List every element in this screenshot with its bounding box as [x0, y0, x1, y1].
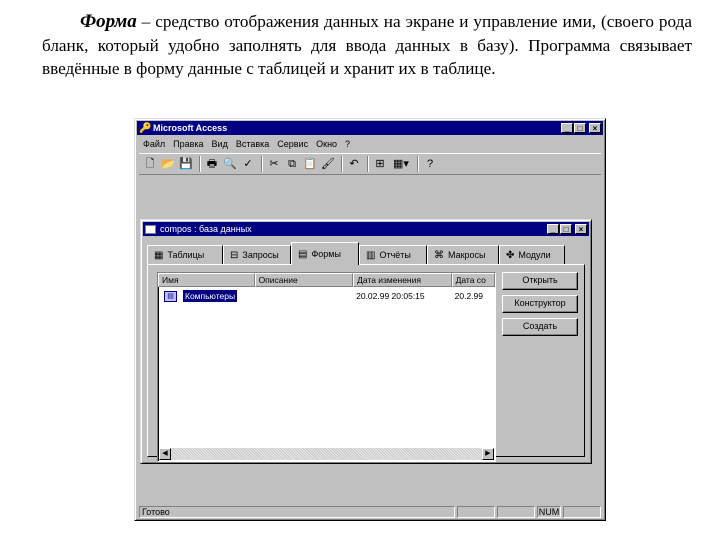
menu-insert[interactable]: Вставка — [232, 139, 273, 149]
open-icon[interactable]: 📂 — [160, 156, 176, 172]
new-icon[interactable]: 🗋 — [142, 156, 158, 172]
intro-paragraph: Форма – средство отображения данных на э… — [42, 10, 692, 81]
form-name[interactable]: Компьютеры — [183, 290, 238, 302]
status-bar: Готово NUM — [139, 505, 601, 519]
column-modified[interactable]: Дата изменения — [353, 273, 452, 287]
menu-help[interactable]: ? — [341, 139, 354, 149]
tab-label: Модули — [518, 250, 551, 260]
standard-toolbar: 🗋 📂 💾 🖶 🔍 ✓ ✂ ⧉ 📋 🖌 ↶ ⊞ ▦▾ ? — [139, 153, 601, 175]
tab-modules[interactable]: ✤ Модули — [499, 245, 565, 264]
object-tabs: ▦ Таблицы ⊟ Запросы ▤ Формы ▥ Отчёты ⌘ Макрос… — [147, 242, 585, 265]
intro-body: – средство отображения данных на экране … — [42, 12, 692, 78]
column-name[interactable]: Имя — [158, 273, 255, 287]
menu-bar: Файл Правка Вид Вставка Сервис Окно ? — [139, 137, 601, 151]
table-icon: ▦ — [154, 249, 164, 261]
toolbar-separator — [367, 156, 369, 172]
create-button[interactable]: Создать — [502, 318, 578, 336]
design-button[interactable]: Конструктор — [502, 295, 578, 313]
undo-icon[interactable]: ↶ — [346, 156, 362, 172]
tab-queries[interactable]: ⊟ Запросы — [223, 245, 291, 264]
column-created[interactable]: Дата со — [451, 273, 495, 287]
term-form: Форма — [80, 11, 137, 32]
status-cell — [563, 506, 601, 518]
form-icon: ▤ — [164, 290, 177, 302]
tab-reports[interactable]: ▥ Отчёты — [359, 245, 427, 264]
menu-file[interactable]: Файл — [139, 139, 169, 149]
status-text: Готово — [139, 506, 455, 518]
scroll-track[interactable] — [171, 448, 482, 460]
toolbar-separator — [199, 156, 201, 172]
menu-view[interactable]: Вид — [208, 139, 232, 149]
spell-icon[interactable]: ✓ — [240, 156, 256, 172]
app-titlebar[interactable]: 🔑 Microsoft Access _ □ × — [137, 121, 603, 135]
copy-icon[interactable]: ⧉ — [284, 156, 300, 172]
menu-window[interactable]: Окно — [312, 139, 341, 149]
forms-panel: Имя Описание Дата изменения Дата со ▤ Ко… — [147, 264, 585, 462]
relationships-icon[interactable]: ⊞ — [372, 156, 388, 172]
toolbar-separator — [341, 156, 343, 172]
form-modified: 20.02.99 20:05:15 — [356, 291, 425, 301]
scroll-left-icon[interactable]: ◀ — [159, 448, 171, 460]
maximize-button[interactable]: □ — [574, 123, 586, 133]
tab-tables[interactable]: ▦ Таблицы — [147, 245, 223, 264]
menu-edit[interactable]: Правка — [169, 139, 207, 149]
app-title: Microsoft Access — [153, 123, 228, 133]
print-icon[interactable]: 🖶 — [204, 156, 220, 172]
tab-label: Макросы — [448, 250, 486, 260]
query-icon: ⊟ — [230, 249, 239, 261]
preview-icon[interactable]: 🔍 — [222, 156, 238, 172]
cut-icon[interactable]: ✂ — [266, 156, 282, 172]
toolbar-separator — [261, 156, 263, 172]
save-icon[interactable]: 💾 — [178, 156, 194, 172]
toolbar-separator — [417, 156, 419, 172]
form-icon: ▤ — [298, 248, 308, 260]
database-icon — [145, 224, 156, 234]
status-num: NUM — [537, 506, 561, 518]
status-cell — [457, 506, 495, 518]
module-icon: ✤ — [506, 249, 515, 261]
scroll-right-icon[interactable]: ▶ — [482, 448, 494, 460]
list-item[interactable]: ▤ Компьютеры 20.02.99 20:05:15 20.2.99 — [158, 289, 495, 303]
macro-icon: ⌘ — [434, 249, 444, 261]
db-minimize-button[interactable]: _ — [547, 224, 559, 234]
db-close-button[interactable]: × — [575, 224, 587, 234]
action-buttons: Открыть Конструктор Создать — [502, 272, 578, 341]
access-key-icon: 🔑 — [139, 122, 152, 134]
report-icon: ▥ — [366, 249, 376, 261]
tab-label: Запросы — [242, 250, 279, 260]
minimize-button[interactable]: _ — [561, 123, 573, 133]
tab-label: Отчёты — [379, 250, 411, 260]
list-header: Имя Описание Дата изменения Дата со — [158, 273, 495, 287]
database-title: compos : база данных — [160, 224, 252, 234]
database-titlebar[interactable]: compos : база данных _ □ × — [143, 222, 589, 236]
tab-label: Таблицы — [167, 250, 205, 260]
format-painter-icon[interactable]: 🖌 — [320, 156, 336, 172]
close-button[interactable]: × — [589, 123, 601, 133]
tab-label: Формы — [311, 249, 341, 259]
horizontal-scrollbar[interactable]: ◀ ▶ — [159, 448, 494, 460]
open-button[interactable]: Открыть — [502, 272, 578, 290]
menu-tools[interactable]: Сервис — [273, 139, 312, 149]
tab-macros[interactable]: ⌘ Макросы — [427, 245, 499, 264]
paste-icon[interactable]: 📋 — [302, 156, 318, 172]
status-cell — [497, 506, 535, 518]
database-window: compos : база данных _ □ × ▦ Таблицы ⊟ Зап… — [140, 219, 592, 464]
tab-forms[interactable]: ▤ Формы — [291, 242, 359, 265]
help-icon[interactable]: ? — [422, 156, 438, 172]
form-created: 20.2.99 — [454, 291, 483, 301]
db-maximize-button[interactable]: □ — [560, 224, 572, 234]
column-description[interactable]: Описание — [254, 273, 354, 287]
new-object-icon[interactable]: ▦▾ — [390, 156, 412, 172]
forms-list[interactable]: Имя Описание Дата изменения Дата со ▤ Ко… — [157, 272, 496, 462]
